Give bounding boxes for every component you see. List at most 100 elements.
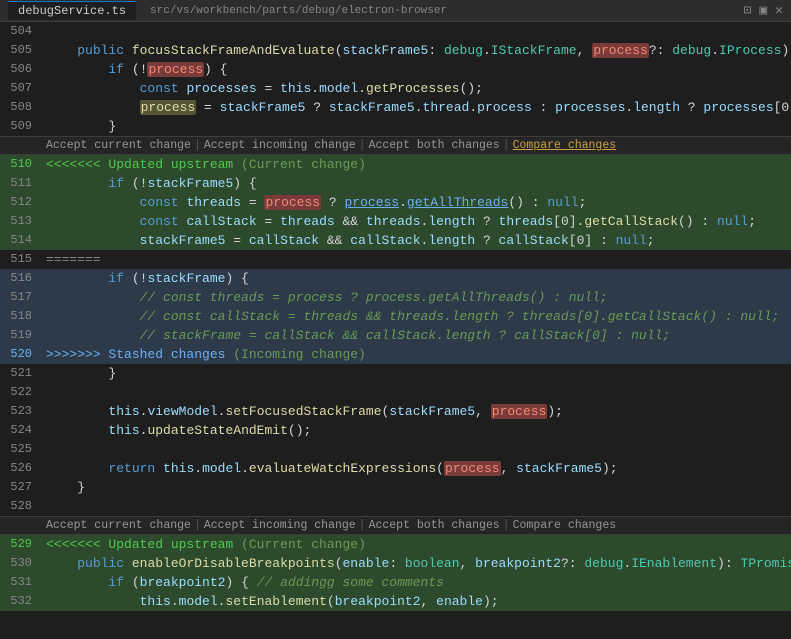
table-row: 521 } — [0, 364, 791, 383]
sep: | — [194, 139, 201, 152]
table-row: 523 this.viewModel.setFocusedStackFrame(… — [0, 402, 791, 421]
line-content: process = stackFrame5 ? stackFrame5.thre… — [42, 98, 791, 117]
accept-both-link-1[interactable]: Accept both changes — [369, 139, 500, 152]
line-content: stackFrame5 = callStack && callStack.len… — [42, 231, 791, 250]
table-row: 509 } — [0, 117, 791, 136]
sep: | — [194, 519, 201, 532]
table-row: 504 — [0, 22, 791, 41]
conflict-separator: 515 ======= — [0, 250, 791, 269]
line-number: 510 — [0, 155, 42, 174]
line-number: 518 — [0, 307, 42, 326]
line-number: 513 — [0, 212, 42, 231]
table-row: 516 if (!stackFrame) { — [0, 269, 791, 288]
line-content: if (!process) { — [42, 60, 791, 79]
table-row: 531 if (breakpoint2) { // addingg some c… — [0, 573, 791, 592]
line-number: 521 — [0, 364, 42, 383]
line-number: 522 — [0, 383, 42, 402]
line-number: 514 — [0, 231, 42, 250]
compare-link-1[interactable]: Compare changes — [513, 139, 617, 152]
table-row: 512 const threads = process ? process.ge… — [0, 193, 791, 212]
line-number: 529 — [0, 535, 42, 554]
line-number: 507 — [0, 79, 42, 98]
compare-link-2[interactable]: Compare changes — [513, 519, 617, 532]
line-number: 515 — [0, 250, 42, 269]
line-content — [42, 440, 791, 459]
line-content: const callStack = threads && threads.len… — [42, 212, 791, 231]
line-content — [42, 497, 791, 516]
line-number: 528 — [0, 497, 42, 516]
line-content: >>>>>>> Stashed changes (Incoming change… — [42, 345, 791, 364]
table-row: 517 // const threads = process ? process… — [0, 288, 791, 307]
line-content: public enableOrDisableBreakpoints(enable… — [42, 554, 791, 573]
line-number: 523 — [0, 402, 42, 421]
table-row: 528 — [0, 497, 791, 516]
accept-both-link-2[interactable]: Accept both changes — [369, 519, 500, 532]
title-icons: ⊡ ▣ ✕ — [744, 3, 783, 18]
line-number: 516 — [0, 269, 42, 288]
table-row: 526 return this.model.evaluateWatchExpre… — [0, 459, 791, 478]
conflict-action-bar-2: Accept current change | Accept incoming … — [0, 516, 791, 535]
sep: | — [359, 519, 366, 532]
line-content: // const callStack = threads && threads.… — [42, 307, 791, 326]
title-bar-left: debugService.ts src/vs/workbench/parts/d… — [8, 1, 447, 20]
file-path: src/vs/workbench/parts/debug/electron-br… — [150, 5, 447, 17]
line-number: 512 — [0, 193, 42, 212]
line-content: <<<<<<< Updated upstream (Current change… — [42, 535, 791, 554]
table-row: 507 const processes = this.model.getProc… — [0, 79, 791, 98]
table-row: 505 public focusStackFrameAndEvaluate(st… — [0, 41, 791, 60]
table-row: 530 public enableOrDisableBreakpoints(en… — [0, 554, 791, 573]
line-number: 504 — [0, 22, 42, 41]
line-number: 526 — [0, 459, 42, 478]
line-content: const threads = process ? process.getAll… — [42, 193, 791, 212]
editor: 504 505 public focusStackFrameAndEvaluat… — [0, 22, 791, 639]
line-number: 505 — [0, 41, 42, 60]
accept-current-link-1[interactable]: Accept current change — [46, 139, 191, 152]
line-content — [42, 22, 791, 41]
table-row: 513 const callStack = threads && threads… — [0, 212, 791, 231]
line-content: return this.model.evaluateWatchExpressio… — [42, 459, 791, 478]
line-content: } — [42, 117, 791, 136]
line-content: } — [42, 364, 791, 383]
line-number: 520 — [0, 345, 42, 364]
conflict-header-current-1: 510 <<<<<<< Updated upstream (Current ch… — [0, 155, 791, 174]
line-number: 531 — [0, 573, 42, 592]
table-row: 532 this.model.setEnablement(breakpoint2… — [0, 592, 791, 611]
accept-incoming-link-2[interactable]: Accept incoming change — [204, 519, 356, 532]
title-bar: debugService.ts src/vs/workbench/parts/d… — [0, 0, 791, 22]
split-icon[interactable]: ⊡ — [744, 3, 752, 18]
line-content: <<<<<<< Updated upstream (Current change… — [42, 155, 791, 174]
file-tab[interactable]: debugService.ts — [8, 1, 136, 20]
table-row: 522 — [0, 383, 791, 402]
line-content: this.model.setEnablement(breakpoint2, en… — [42, 592, 791, 611]
line-number: 527 — [0, 478, 42, 497]
line-content: } — [42, 478, 791, 497]
table-row: 514 stackFrame5 = callStack && callStack… — [0, 231, 791, 250]
conflict-header-current-2: 529 <<<<<<< Updated upstream (Current ch… — [0, 535, 791, 554]
conflict-header-incoming-1: 520 >>>>>>> Stashed changes (Incoming ch… — [0, 345, 791, 364]
conflict-action-bar-1: Accept current change | Accept incoming … — [0, 136, 791, 155]
line-content: this.updateStateAndEmit(); — [42, 421, 791, 440]
line-number: 506 — [0, 60, 42, 79]
line-content: ======= — [42, 250, 791, 269]
line-number: 530 — [0, 554, 42, 573]
table-row: 508 process = stackFrame5 ? stackFrame5.… — [0, 98, 791, 117]
line-number: 517 — [0, 288, 42, 307]
line-number: 525 — [0, 440, 42, 459]
line-content: // stackFrame = callStack && callStack.l… — [42, 326, 791, 345]
line-content: if (!stackFrame5) { — [42, 174, 791, 193]
table-row: 525 — [0, 440, 791, 459]
line-number: 509 — [0, 117, 42, 136]
sep: | — [503, 139, 510, 152]
table-row: 506 if (!process) { — [0, 60, 791, 79]
table-row: 527 } — [0, 478, 791, 497]
table-row: 518 // const callStack = threads && thre… — [0, 307, 791, 326]
line-number: 519 — [0, 326, 42, 345]
line-content: if (breakpoint2) { // addingg some comme… — [42, 573, 791, 592]
accept-current-link-2[interactable]: Accept current change — [46, 519, 191, 532]
close-icon[interactable]: ✕ — [775, 3, 783, 18]
layout-icon[interactable]: ▣ — [759, 3, 767, 18]
line-content — [42, 383, 791, 402]
line-content: if (!stackFrame) { — [42, 269, 791, 288]
accept-incoming-link-1[interactable]: Accept incoming change — [204, 139, 356, 152]
sep: | — [503, 519, 510, 532]
